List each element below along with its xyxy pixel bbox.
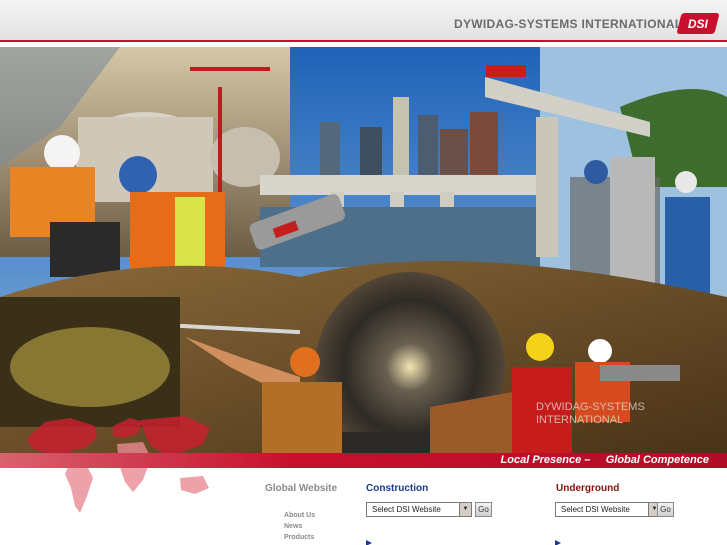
underground-title: Underground [556, 483, 620, 494]
global-nav: About Us News Products [284, 510, 315, 543]
global-website-title[interactable]: Global Website [265, 483, 337, 494]
dropdown-arrow-icon[interactable]: ▼ [459, 503, 471, 516]
construction-title: Construction [366, 483, 429, 494]
tagline: Local Presence – Global Competence [501, 454, 709, 466]
construction-select-value: Select DSI Website [372, 505, 441, 514]
nav-about-us[interactable]: About Us [284, 510, 315, 521]
watermark-line1: DYWIDAG-SYSTEMS [536, 401, 645, 413]
nav-products[interactable]: Products [284, 532, 315, 543]
tagline-left: Local Presence – [500, 454, 591, 466]
tagline-bar: Local Presence – Global Competence [0, 453, 727, 468]
logo-text: DSI [687, 16, 708, 31]
construction-go-button[interactable]: Go [475, 502, 492, 517]
underground-select-value: Select DSI Website [561, 505, 630, 514]
construction-arrow-icon [366, 540, 372, 545]
tagline-right: Global Competence [605, 454, 709, 466]
underground-go-button[interactable]: Go [657, 502, 674, 517]
underground-site-select[interactable]: Select DSI Website ▼ [555, 502, 661, 517]
site-header: DYWIDAG-SYSTEMS INTERNATIONAL DSI [0, 0, 727, 42]
nav-news[interactable]: News [284, 521, 315, 532]
underground-arrow-icon [555, 540, 561, 545]
watermark-line2: INTERNATIONAL [536, 414, 623, 426]
brand-name: DYWIDAG-SYSTEMS INTERNATIONAL [454, 17, 683, 31]
dsi-logo[interactable]: DSI [676, 13, 720, 34]
collage-image: DYWIDAG-SYSTEMS INTERNATIONAL [0, 47, 727, 453]
construction-site-select[interactable]: Select DSI Website ▼ [366, 502, 472, 517]
hero-collage: DYWIDAG-SYSTEMS INTERNATIONAL [0, 47, 727, 453]
